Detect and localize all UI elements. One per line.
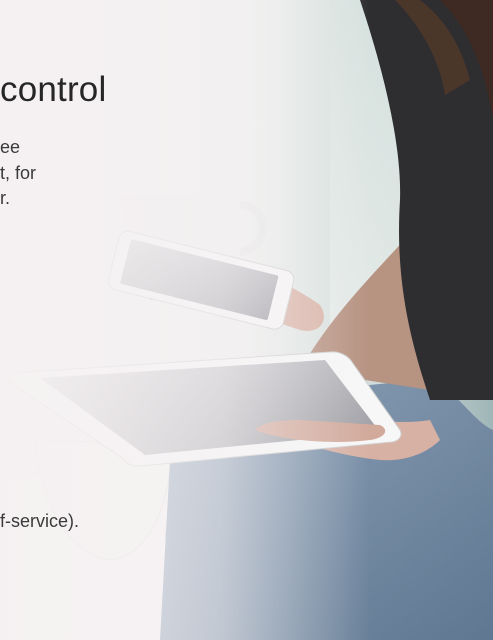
- body-text-line: f-service).: [0, 511, 80, 531]
- body-text-line: t, for: [0, 163, 37, 183]
- page-heading: control: [0, 70, 107, 109]
- body-text-line: r.: [0, 188, 11, 208]
- body-text-line: ee: [0, 137, 21, 157]
